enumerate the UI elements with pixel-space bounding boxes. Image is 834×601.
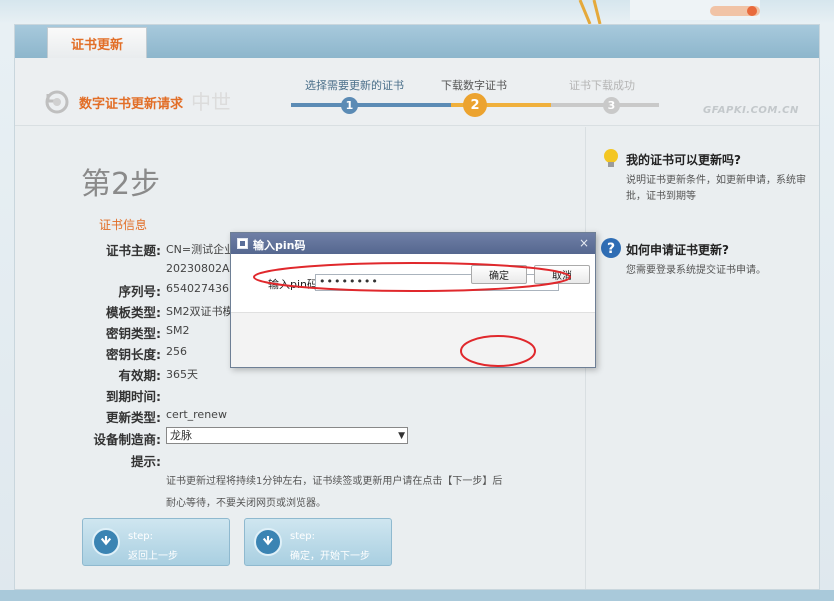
window-icon [237, 238, 248, 249]
tab-bar: 证书更新 [15, 25, 819, 58]
watermark: GFAPKI.COM.CN [703, 105, 799, 116]
chevron-down-icon: ▼ [398, 431, 405, 441]
help-title: 如何申请证书更新? [626, 243, 729, 257]
field-label: 密钥长度: [106, 347, 161, 362]
step-label-2: 下载数字证书 [441, 79, 507, 92]
field-label: 模板类型: [106, 305, 161, 320]
section-title: 证书信息 [99, 218, 148, 232]
help-sidebar: 我的证书可以更新吗? 说明证书更新条件，如更新申请，系统审批，证书到期等 ? 如… [585, 127, 819, 589]
svg-text:?: ? [607, 241, 615, 257]
field-expiry: 到期时间: [15, 386, 575, 404]
help-text: 您需要登录系统提交证书申请。 [626, 265, 766, 276]
page-header: 数字证书更新请求 中世 GFAPKI.COM.CN 选择需要更新的证书 下载数字… [15, 58, 819, 126]
tip-text-line1: 证书更新过程将持续1分钟左右，证书续签或更新用户请在点击【下一步】后 [166, 476, 503, 487]
top-banner-decoration [560, 0, 834, 24]
field-label: 到期时间: [106, 389, 161, 404]
field-update-type: 更新类型: cert_renew [15, 407, 575, 425]
step-circle-2: 2 [463, 93, 487, 117]
step-heading: 第2步 [81, 167, 161, 202]
button-caption: step: [290, 531, 315, 542]
page-title: 数字证书更新请求 [79, 97, 184, 112]
pin-dialog: 输入pin码 × 输入pin码: •••••••• 确定 取消 [230, 232, 596, 368]
step-label-1: 选择需要更新的证书 [305, 79, 404, 92]
field-manufacturer: 设备制造商: 龙脉 ▼ [15, 427, 575, 447]
next-step-button[interactable]: step: 确定，开始下一步 [244, 518, 392, 566]
prev-step-button[interactable]: step: 返回上一步 [82, 518, 230, 566]
arrow-down-circle-icon [92, 528, 120, 556]
cancel-button[interactable]: 取消 [534, 265, 590, 284]
dialog-title: 输入pin码 [253, 239, 306, 252]
field-label: 密钥类型: [106, 326, 161, 341]
button-label: 确定，开始下一步 [290, 551, 370, 562]
field-value: 365天 [166, 368, 198, 381]
help-item-can-update: 我的证书可以更新吗? 说明证书更新条件，如更新申请，系统审批，证书到期等 [600, 147, 810, 217]
watermark-cn: 中世 [191, 90, 231, 114]
help-title: 我的证书可以更新吗? [626, 153, 741, 167]
tip-text-line2: 耐心等待，不要关闭网页或浏览器。 [166, 498, 326, 509]
tab-cert-update[interactable]: 证书更新 [47, 27, 147, 58]
field-label: 更新类型: [106, 410, 161, 425]
field-value: CN=测试企业 [166, 243, 236, 256]
manufacturer-select[interactable]: 龙脉 ▼ [166, 427, 408, 444]
field-tip: 提示: [15, 451, 575, 469]
field-label: 提示: [131, 454, 161, 469]
field-label: 有效期: [118, 368, 162, 383]
step-label-3: 证书下载成功 [569, 79, 635, 92]
arrow-down-circle-icon [254, 528, 282, 556]
question-icon: ? [601, 238, 621, 258]
help-text: 说明证书更新条件，如更新申请，系统审批，证书到期等 [626, 175, 806, 202]
close-icon[interactable]: × [579, 236, 589, 250]
field-value: SM2 [166, 324, 190, 337]
field-label: 序列号: [118, 284, 162, 299]
step-circle-3: 3 [603, 97, 620, 114]
progress-stepper: 选择需要更新的证书 下载数字证书 证书下载成功 1 2 3 [291, 77, 659, 117]
field-label: 证书主题: [106, 243, 161, 258]
help-item-how-to-apply: ? 如何申请证书更新? 您需要登录系统提交证书申请。 [600, 237, 810, 297]
field-label: 设备制造商: [93, 432, 162, 447]
field-value: cert_renew [166, 408, 227, 421]
dialog-titlebar[interactable]: 输入pin码 × [231, 233, 595, 254]
button-caption: step: [128, 531, 153, 542]
field-value: 256 [166, 345, 187, 358]
step-bar-done [291, 103, 451, 107]
ok-button[interactable]: 确定 [471, 265, 527, 284]
pin-label: 输入pin码: [268, 278, 322, 291]
select-value: 龙脉 [170, 429, 192, 442]
lightbulb-icon [604, 149, 618, 167]
button-label: 返回上一步 [128, 551, 178, 562]
dialog-footer [231, 312, 595, 367]
bottom-strip [0, 590, 834, 601]
step-circle-1: 1 [341, 97, 358, 114]
refresh-icon [45, 90, 69, 114]
